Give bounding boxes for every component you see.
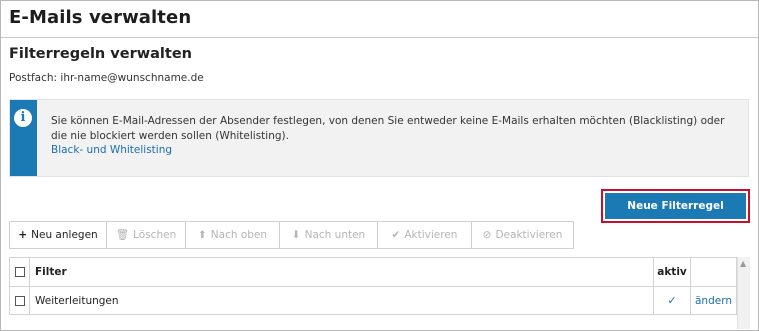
activate-label: Aktivieren: [404, 229, 458, 241]
table-scrollbar[interactable]: ▲: [737, 257, 750, 329]
info-text: Sie können E-Mail-Adressen der Absender …: [51, 115, 725, 142]
mailbox-label: Postfach: ihr-name@wunschname.de: [9, 72, 204, 84]
check-icon: ✔: [391, 229, 401, 241]
edit-link[interactable]: ändern: [695, 295, 732, 307]
info-icon-column: i: [10, 100, 37, 176]
move-down-label: Nach unten: [304, 229, 366, 241]
column-header-active[interactable]: aktiv: [654, 258, 691, 286]
edit-cell: ändern: [691, 287, 736, 314]
filter-table: Filter aktiv Weiterleitungen ✓ ändern: [9, 257, 737, 315]
move-down-button[interactable]: ⬇ Nach unten: [280, 222, 378, 248]
arrow-down-icon: ⬇: [291, 229, 301, 241]
black-whitelisting-link[interactable]: Black- und Whitelisting: [51, 144, 172, 156]
ban-icon: ⊘: [482, 229, 492, 241]
page-title: E-Mails verwalten: [9, 7, 192, 28]
filter-toolbar: + Neu anlegen 🗑 Löschen ⬆ Nach oben ⬇ Na…: [9, 221, 574, 249]
deactivate-label: Deaktivieren: [495, 229, 563, 241]
move-up-button[interactable]: ⬆ Nach oben: [186, 222, 280, 248]
active-check-icon: ✓: [667, 294, 677, 307]
plus-icon: +: [18, 229, 28, 241]
select-all-cell: [10, 258, 30, 286]
select-all-checkbox[interactable]: [14, 267, 25, 277]
move-up-label: Nach oben: [210, 229, 268, 241]
row-select-cell: [10, 287, 30, 314]
row-checkbox[interactable]: [14, 295, 25, 306]
section-title: Filterregeln verwalten: [9, 46, 192, 62]
scroll-up-icon[interactable]: ▲: [740, 259, 746, 268]
column-header-filter[interactable]: Filter: [30, 258, 654, 286]
arrow-up-icon: ⬆: [197, 229, 207, 241]
trash-icon: 🗑: [115, 229, 130, 241]
new-filter-rule-label: Neue Filterregel anlegen: [605, 193, 746, 238]
new-filter-rule-button[interactable]: Neue Filterregel anlegen: [601, 189, 750, 238]
info-icon: i: [14, 109, 32, 127]
column-header-edit: [691, 258, 736, 286]
activate-button[interactable]: ✔ Aktivieren: [378, 222, 472, 248]
add-button-label: Neu anlegen: [31, 229, 98, 241]
filter-name: Weiterleitungen: [30, 287, 654, 314]
table-header: Filter aktiv: [10, 258, 736, 287]
table-row: Weiterleitungen ✓ ändern: [10, 287, 736, 315]
add-button[interactable]: + Neu anlegen: [10, 222, 107, 248]
delete-button-label: Löschen: [133, 229, 177, 241]
delete-button[interactable]: 🗑 Löschen: [107, 222, 186, 248]
info-box: i Sie können E-Mail-Adressen der Absende…: [9, 99, 749, 177]
title-divider: [1, 37, 758, 38]
app-window: E-Mails verwalten Filterregeln verwalten…: [0, 0, 759, 331]
active-cell: ✓: [654, 287, 691, 314]
deactivate-button[interactable]: ⊘ Deaktivieren: [472, 222, 573, 248]
